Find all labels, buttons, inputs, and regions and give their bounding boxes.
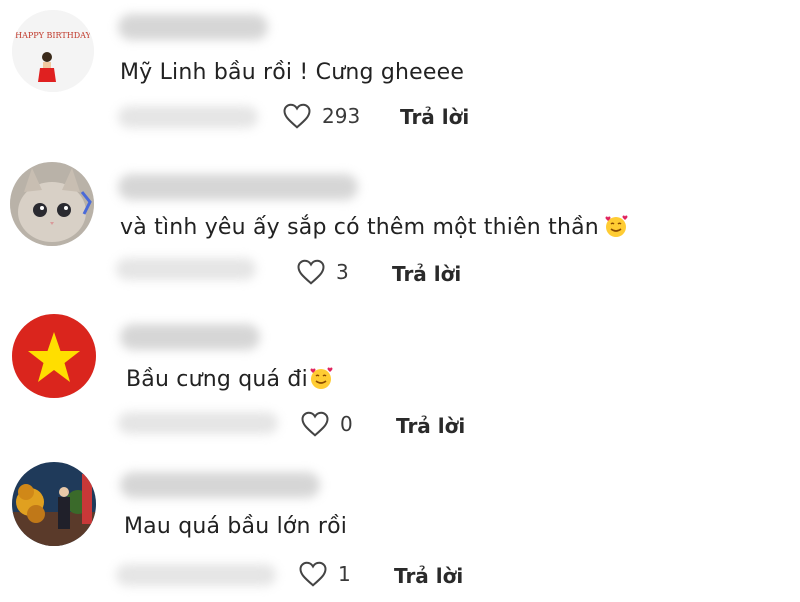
comment-item: HAPPY BIRTHDAY Mỹ Linh bầu rồi ! Cưng gh… [0,0,800,150]
avatar[interactable]: HAPPY BIRTHDAY [12,10,94,92]
like-button[interactable]: 1 [298,560,351,588]
like-count: 3 [336,260,349,284]
like-button[interactable]: 0 [300,410,353,438]
smiling-face-with-hearts-icon [310,367,333,389]
like-count: 0 [340,412,353,436]
timestamp-blurred [118,106,258,128]
like-button[interactable]: 3 [296,258,349,286]
avatar-banner-text: HAPPY BIRTHDAY [15,31,91,40]
heart-icon [297,259,325,285]
like-button[interactable]: 293 [282,102,360,130]
avatar[interactable] [12,462,96,546]
reply-button[interactable]: Trả lời [394,564,463,588]
author-name-blurred [118,14,268,40]
comment-text: Mỹ Linh bầu rồi ! Cưng gheeee [120,60,465,85]
comment-item: Mau quá bầu lớn rồi 1 Trả lời [0,452,800,602]
reply-button[interactable]: Trả lời [392,262,461,286]
person-avatar-image [12,462,96,546]
like-count: 293 [322,104,361,128]
like-count: 1 [338,562,351,586]
cat-avatar-image [10,162,94,246]
avatar[interactable] [10,162,94,246]
comment-item: và tình yêu ấy sắp có thêm một thiên thầ… [0,150,800,300]
comment-item: Bầu cưng quá đi 0 Trả lời [0,300,800,450]
timestamp-blurred [118,412,278,434]
birthday-avatar-image: HAPPY BIRTHDAY [12,10,94,92]
smiling-face-with-hearts-icon [605,215,628,237]
author-name-blurred [120,472,320,498]
heart-icon [283,103,311,129]
heart-icon [299,561,327,587]
comment-text: Mau quá bầu lớn rồi [124,514,348,539]
vietnam-flag-avatar-image [12,314,96,398]
reply-button[interactable]: Trả lời [400,105,469,129]
comment-text: Bầu cưng quá đi [126,366,334,392]
timestamp-blurred [116,564,276,586]
heart-icon [301,411,329,437]
avatar[interactable] [12,314,96,398]
comment-text: và tình yêu ấy sắp có thêm một thiên thầ… [120,214,629,240]
reply-button[interactable]: Trả lời [396,414,465,438]
author-name-blurred [120,324,260,350]
timestamp-blurred [116,258,256,280]
author-name-blurred [118,174,358,200]
